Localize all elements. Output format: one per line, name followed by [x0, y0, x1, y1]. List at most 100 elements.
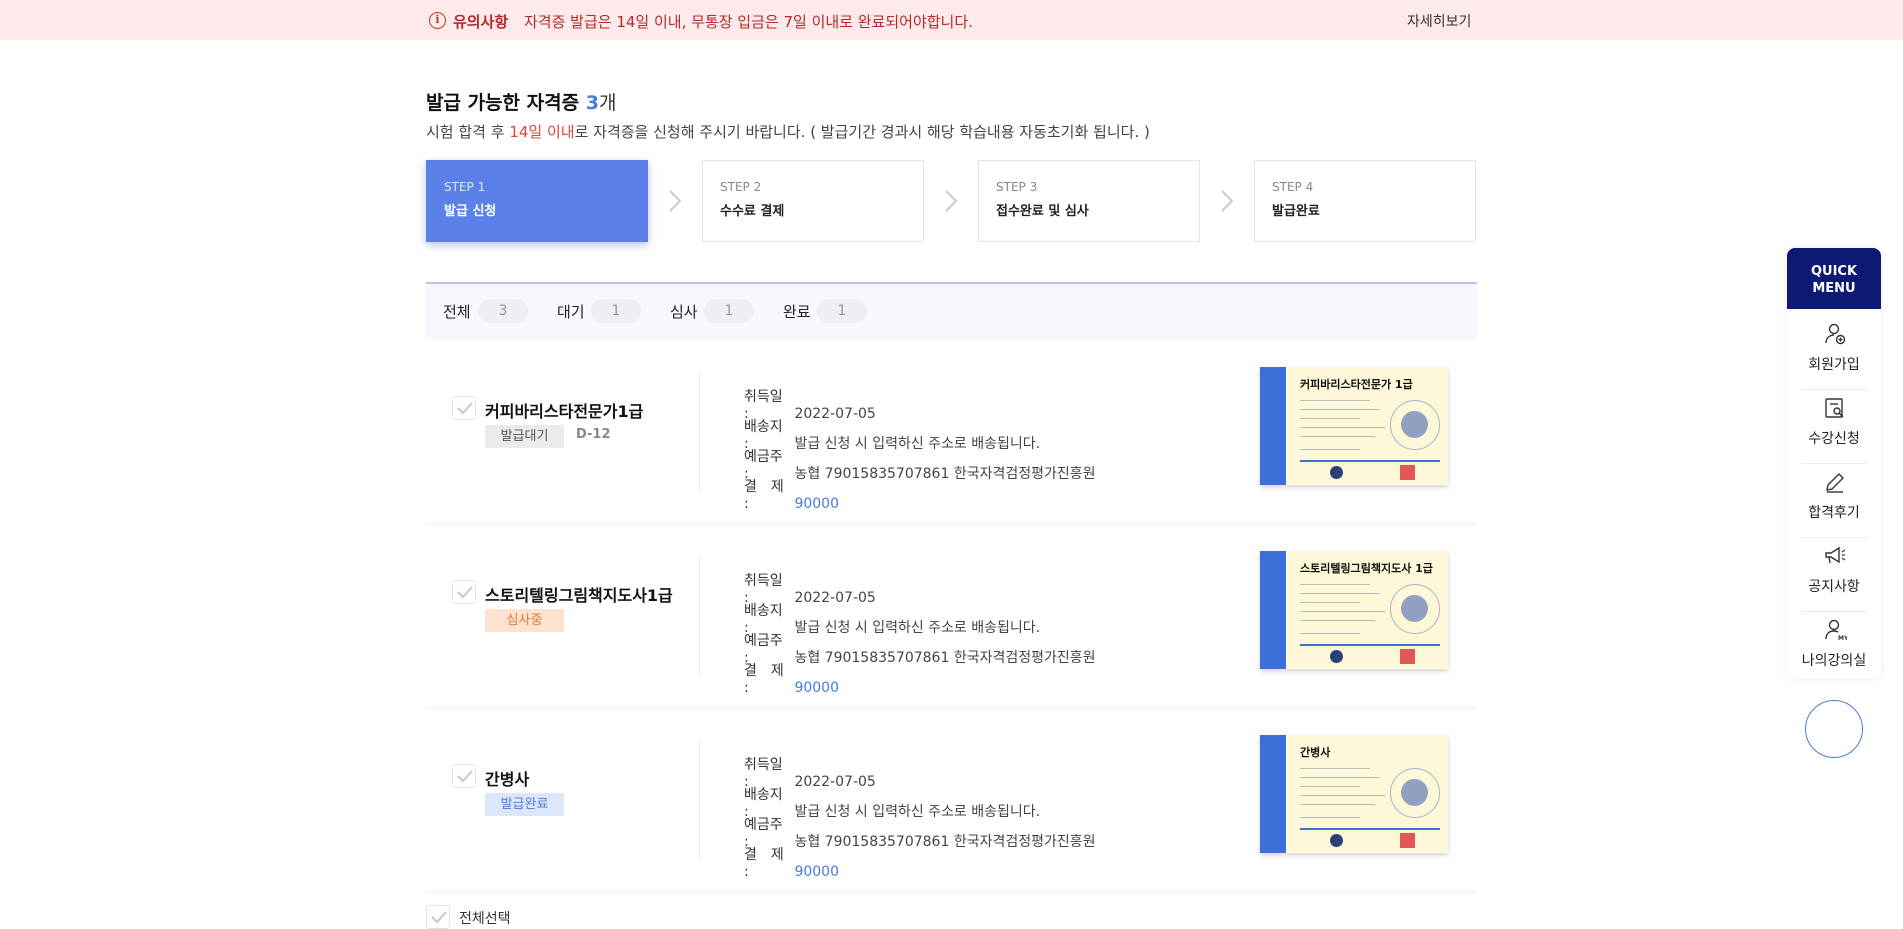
status-badge: 심사중 [485, 609, 564, 632]
step-number: STEP 1 [444, 180, 486, 194]
chevron-right-icon [1221, 190, 1234, 212]
subtext-after: 로 자격증을 신청해 주시기 바랍니다. ( 발급기간 경과시 해당 학습내용 … [574, 123, 1150, 141]
info-label: 결 제 : [744, 479, 784, 512]
page-title-unit: 개 [598, 92, 617, 114]
quick-item-enroll[interactable]: 수강신청 [1787, 386, 1881, 460]
scroll-top-button[interactable] [1805, 700, 1863, 758]
certificate-thumbnail[interactable]: 스토리텔링그림책지도사 1급 [1260, 551, 1448, 669]
user-my-icon: MY [1825, 619, 1847, 642]
check-icon [457, 586, 473, 599]
quick-menu-title-1: QUICK [1810, 264, 1858, 279]
notice-more-link[interactable]: 자세히보기 [1407, 11, 1471, 31]
megaphone-icon [1825, 546, 1846, 564]
cert-thumb-title: 커피바리스타전문가 1급 [1300, 378, 1413, 391]
info-value: 90000 [794, 864, 839, 880]
quick-item-notice[interactable]: 공지사항 [1787, 534, 1881, 608]
step-1: STEP 1 발급 신청 [426, 160, 648, 242]
cert-name: 커피바리스타전문가1급 [485, 402, 644, 421]
svg-text:MY: MY [1838, 635, 1847, 642]
notice-label: 유의사항 [453, 13, 509, 31]
logo-icon [1330, 650, 1343, 663]
page-title: 발급 가능한 자격증 3개 [426, 88, 616, 115]
info-value: 농협 79015835707861 한국자격검정평가진흥원 [794, 834, 1096, 850]
info-value: 90000 [794, 680, 839, 696]
cert-line [1300, 795, 1385, 796]
page-title-count: 3 [585, 92, 599, 114]
quick-item-mylecture[interactable]: MY 나의강의실 [1787, 608, 1881, 682]
logo-icon [1330, 466, 1343, 479]
cert-band [1260, 367, 1286, 485]
filter-count: 1 [817, 299, 867, 323]
cert-line [1300, 449, 1360, 450]
step-2: STEP 2 수수료 결제 [702, 160, 924, 242]
filter-tab-complete[interactable]: 완료 [783, 301, 811, 322]
subtext-before: 시험 합격 후 [426, 123, 510, 141]
select-all-checkbox[interactable] [426, 905, 450, 929]
step-name: 수수료 결제 [720, 204, 785, 219]
info-pay: 결 제 : 90000 [744, 660, 839, 696]
chevron-right-icon [945, 190, 958, 212]
cert-line [1300, 602, 1360, 603]
subtext-highlight: 14일 이내 [509, 123, 575, 141]
list-item: 스토리텔링그림책지도사1급 심사중 취득일 : 2022-07-05 배송지 :… [426, 524, 1477, 708]
divider [699, 556, 700, 676]
notice-message: 자격증 발급은 14일 이내, 무통장 입금은 7일 이내로 완료되어야합니다. [524, 13, 973, 31]
info-label: 결 제 : [744, 847, 784, 880]
cert-line [1300, 633, 1360, 634]
cert-line [1300, 611, 1385, 612]
row-checkbox[interactable] [452, 764, 476, 788]
cert-line [1300, 777, 1380, 778]
seal-icon [1390, 768, 1440, 818]
cert-line [1300, 436, 1375, 437]
cert-thumb-title: 스토리텔링그림책지도사 1급 [1300, 562, 1433, 575]
cert-line [1300, 817, 1360, 818]
step-number: STEP 3 [996, 180, 1038, 194]
check-icon [457, 770, 473, 783]
list-item: 간병사 발급완료 취득일 : 2022-07-05 배송지 : 발급 신청 시 … [426, 708, 1477, 892]
cert-line [1300, 427, 1385, 428]
quick-item-label: 회원가입 [1808, 357, 1860, 373]
certificate-thumbnail[interactable]: 커피바리스타전문가 1급 [1260, 367, 1448, 485]
filter-count: 3 [478, 299, 528, 323]
cert-footer-line [1300, 460, 1440, 462]
info-icon: i [429, 12, 446, 29]
page-title-text: 발급 가능한 자격증 [426, 92, 580, 114]
status-badge: 발급대기 [485, 425, 564, 448]
cert-name: 스토리텔링그림책지도사1급 [485, 586, 673, 605]
info-pay: 결 제 : 90000 [744, 844, 839, 880]
quick-item-label: 나의강의실 [1801, 653, 1867, 669]
cert-line [1300, 409, 1380, 410]
step-4: STEP 4 발급완료 [1254, 160, 1476, 242]
cert-line [1300, 768, 1370, 769]
row-checkbox[interactable] [452, 396, 476, 420]
quick-item-reviews[interactable]: 합격후기 [1787, 460, 1881, 534]
cert-line [1300, 786, 1360, 787]
quick-item-signup[interactable]: 회원가입 [1787, 312, 1881, 386]
notice-bar: i 유의사항 자격증 발급은 14일 이내, 무통장 입금은 7일 이내로 완료… [0, 0, 1903, 40]
info-value: 농협 79015835707861 한국자격검정평가진흥원 [794, 466, 1096, 482]
filter-tab-review[interactable]: 심사 [670, 301, 698, 322]
quick-menu: QUICK MENU 회원가입 수강신청 합격후기 공지사항 MY 나의강의실 [1787, 248, 1881, 679]
seal-icon [1390, 584, 1440, 634]
seal-icon [1390, 400, 1440, 450]
cert-line [1300, 418, 1360, 419]
check-icon [457, 402, 473, 415]
filter-tab-all[interactable]: 전체 [443, 301, 471, 322]
cert-line [1300, 400, 1370, 401]
cert-line [1300, 804, 1375, 805]
filter-count: 1 [591, 299, 641, 323]
step-number: STEP 4 [1272, 180, 1314, 194]
filter-count: 1 [704, 299, 754, 323]
list-item: 커피바리스타전문가1급 발급대기 D-12 취득일 : 2022-07-05 배… [426, 340, 1477, 524]
info-label: 결 제 : [744, 663, 784, 696]
cert-footer-line [1300, 828, 1440, 830]
dday-label: D-12 [576, 427, 611, 442]
cert-footer-line [1300, 644, 1440, 646]
certificate-thumbnail[interactable]: 간병사 [1260, 735, 1448, 853]
cert-band [1260, 735, 1286, 853]
row-checkbox[interactable] [452, 580, 476, 604]
quick-item-label: 합격후기 [1808, 505, 1860, 521]
divider [699, 740, 700, 860]
quick-menu-header: QUICK MENU [1787, 248, 1881, 309]
filter-tab-waiting[interactable]: 대기 [557, 301, 585, 322]
